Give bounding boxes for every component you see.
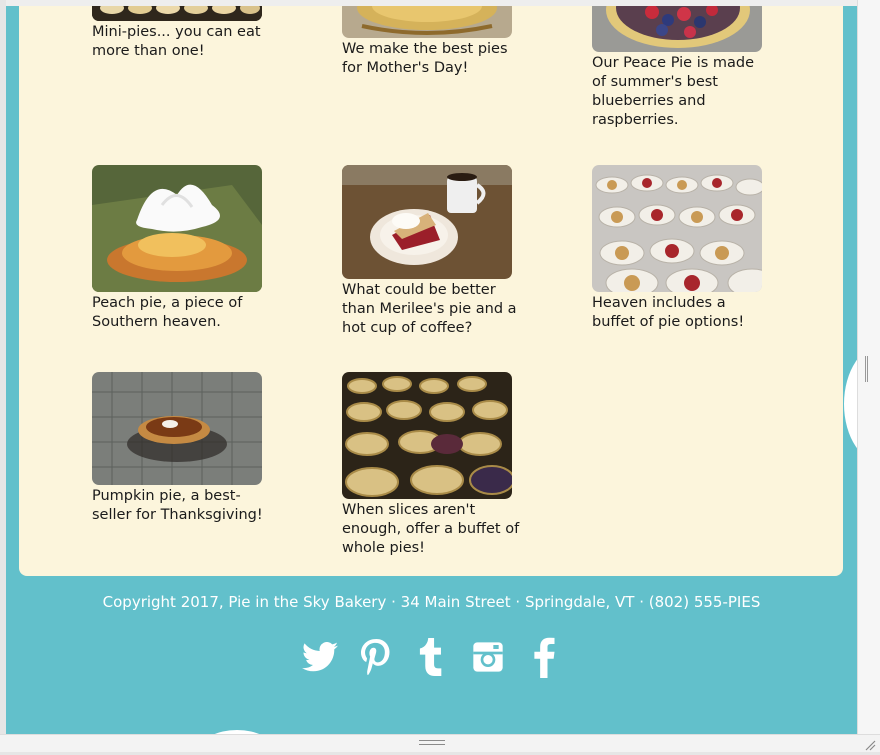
footer-copyright: Copyright 2017, Pie in the Sky Bakery · … — [6, 593, 857, 611]
page-viewport: Mini-pies... you can eat more than one! … — [6, 0, 857, 734]
gallery-item: Our Peace Pie is made of summer's best b… — [592, 0, 772, 130]
photo-caption: Pumpkin pie, a best-seller for Thanksgiv… — [92, 487, 272, 525]
photo-caption: We make the best pies for Mother's Day! — [342, 40, 522, 78]
tumblr-icon[interactable] — [414, 636, 450, 678]
pie-and-coffee-photo[interactable] — [342, 165, 512, 279]
photo-caption: When slices aren't enough, offer a buffe… — [342, 501, 522, 558]
twitter-icon[interactable] — [302, 636, 338, 678]
gallery-item: What could be better than Merilee's pie … — [342, 165, 522, 338]
gallery-item: Pumpkin pie, a best-seller for Thanksgiv… — [92, 372, 272, 525]
gallery-item: Mini-pies... you can eat more than one! — [92, 0, 272, 61]
gallery-item: When slices aren't enough, offer a buffe… — [342, 372, 522, 558]
peace-pie-photo[interactable] — [592, 0, 762, 52]
pinterest-icon[interactable] — [358, 636, 394, 678]
photo-caption: Heaven includes a buffet of pie options! — [592, 294, 772, 332]
whole-pies-buffet-photo[interactable] — [342, 372, 512, 499]
drag-handle[interactable] — [419, 740, 445, 745]
photo-caption: Mini-pies... you can eat more than one! — [92, 23, 272, 61]
resize-corner-icon[interactable] — [864, 736, 876, 748]
gallery-item: Heaven includes a buffet of pie options! — [592, 165, 772, 332]
gallery-card: Mini-pies... you can eat more than one! … — [19, 6, 843, 576]
pie-slices-buffet-photo[interactable] — [592, 165, 762, 292]
photo-caption: What could be better than Merilee's pie … — [342, 281, 522, 338]
gallery-item: Peach pie, a piece of Southern heaven. — [92, 165, 272, 332]
window-right-edge — [857, 0, 880, 752]
social-links — [6, 636, 857, 678]
photo-caption: Our Peace Pie is made of summer's best b… — [592, 54, 772, 130]
mothers-day-pie-photo[interactable] — [342, 0, 512, 38]
pumpkin-pie-photo[interactable] — [92, 372, 262, 485]
facebook-icon[interactable] — [526, 636, 562, 678]
resize-grip[interactable] — [865, 356, 868, 382]
photo-caption: Peach pie, a piece of Southern heaven. — [92, 294, 272, 332]
mini-pies-photo[interactable] — [92, 0, 262, 21]
instagram-icon[interactable] — [470, 636, 506, 678]
gallery-item: We make the best pies for Mother's Day! — [342, 0, 522, 78]
background-cloud — [844, 344, 857, 464]
peach-pie-photo[interactable] — [92, 165, 262, 292]
